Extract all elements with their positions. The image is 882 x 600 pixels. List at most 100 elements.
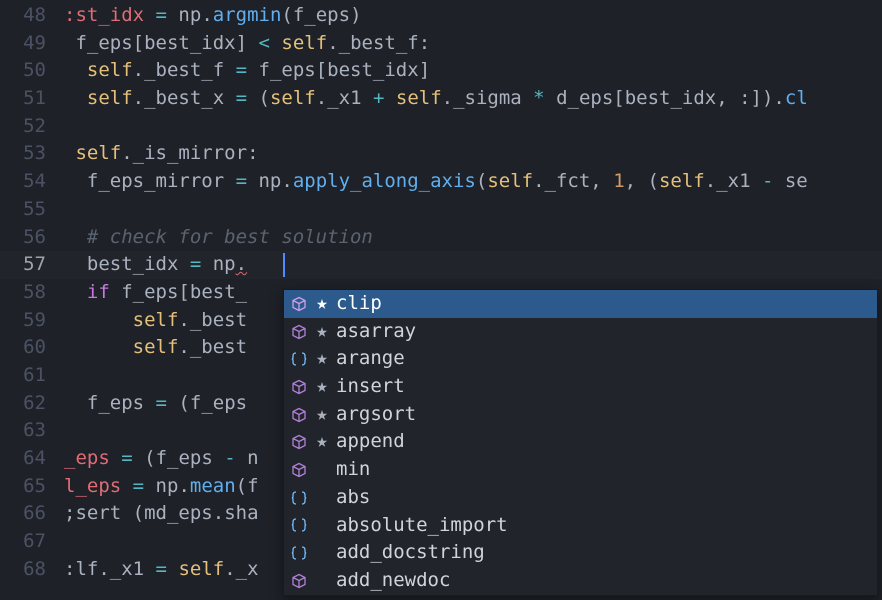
token: (	[178, 392, 189, 414]
line-number: 57	[0, 251, 46, 279]
code-line[interactable]: best_idx = np.	[64, 251, 882, 279]
token: [	[613, 87, 624, 109]
token: f_eps	[110, 281, 179, 303]
token: (	[144, 447, 155, 469]
token: .	[236, 253, 247, 275]
token: _is_mirror	[133, 142, 247, 164]
suggest-label: argsort	[336, 401, 416, 429]
suggest-label: add_docstring	[336, 539, 485, 567]
token: :	[247, 142, 258, 164]
code-line[interactable]: f_eps[best_idx] < self._best_f:	[64, 30, 882, 58]
code-line[interactable]: # check for best solution	[64, 224, 882, 252]
suggest-item[interactable]: min	[284, 456, 877, 484]
token: self	[281, 32, 327, 54]
suggest-label: insert	[336, 373, 405, 401]
token: .	[316, 87, 327, 109]
suggest-label: clip	[336, 290, 382, 318]
token: _sigma	[453, 87, 533, 109]
token: ]	[419, 59, 430, 81]
token: _x1	[110, 558, 156, 580]
token: best_idx	[144, 32, 236, 54]
token: self	[87, 59, 133, 81]
code-line[interactable]: :st_idx = np.argmin(f_eps)	[64, 2, 882, 30]
token: .	[178, 475, 189, 497]
code-line[interactable]: self._best_x = (self._x1 + self._sigma *…	[64, 85, 882, 113]
method-icon	[290, 378, 308, 396]
suggest-item[interactable]: ★asarray	[284, 318, 877, 346]
token: best_idx	[64, 253, 190, 275]
token: f_eps_mirror	[64, 170, 236, 192]
token: =	[133, 475, 144, 497]
suggest-item[interactable]: absolute_import	[284, 512, 877, 540]
token: f_eps	[293, 4, 350, 26]
code-line[interactable]: f_eps_mirror = np.apply_along_axis(self.…	[64, 168, 882, 196]
star-icon: ★	[316, 290, 328, 318]
token: -	[224, 447, 235, 469]
token: md_eps	[144, 502, 213, 524]
variable-icon	[290, 544, 308, 562]
token: # check for best solution	[87, 226, 373, 248]
code-line[interactable]: self._is_mirror:	[64, 140, 882, 168]
suggest-item[interactable]: add_docstring	[284, 539, 877, 567]
autocomplete-popup[interactable]: ★clip★asarray★arange★insert★argsort★appe…	[283, 289, 878, 596]
token: =	[156, 392, 167, 414]
line-number: 49	[0, 30, 46, 58]
token: l_eps	[64, 475, 121, 497]
token: .	[133, 59, 144, 81]
token: self	[487, 170, 533, 192]
code-line[interactable]	[64, 196, 882, 224]
token	[144, 4, 155, 26]
token: f_eps	[247, 59, 316, 81]
token: ,	[590, 170, 613, 192]
token: (	[259, 87, 270, 109]
token: f_eps	[156, 447, 225, 469]
token: self	[178, 558, 224, 580]
suggest-label: arange	[336, 345, 405, 373]
token: self	[659, 170, 705, 192]
token: *	[533, 87, 544, 109]
code-line[interactable]: self._best_f = f_eps[best_idx]	[64, 57, 882, 85]
suggest-label: absolute_import	[336, 512, 508, 540]
line-number: 54	[0, 168, 46, 196]
token: [	[178, 281, 189, 303]
suggest-item[interactable]: ★insert	[284, 373, 877, 401]
token: :	[419, 32, 430, 54]
token: 1	[613, 170, 624, 192]
token: np	[247, 170, 281, 192]
text-cursor	[283, 253, 285, 277]
token: np	[167, 4, 201, 26]
token	[110, 447, 121, 469]
suggest-item[interactable]: ★argsort	[284, 401, 877, 429]
token	[64, 309, 133, 331]
line-number: 53	[0, 140, 46, 168]
suggest-item[interactable]: abs	[284, 484, 877, 512]
suggest-item[interactable]: add_newdoc	[284, 567, 877, 595]
token: _best_f	[339, 32, 419, 54]
token	[121, 475, 132, 497]
token: _fct	[545, 170, 591, 192]
token: (	[281, 4, 292, 26]
token: np	[201, 253, 235, 275]
token: (	[133, 502, 144, 524]
token: =	[121, 447, 132, 469]
token: .	[178, 336, 189, 358]
suggest-item[interactable]: ★append	[284, 428, 877, 456]
code-line[interactable]	[64, 113, 882, 141]
token	[247, 32, 258, 54]
suggest-item[interactable]: ★ clip	[284, 290, 877, 318]
star-icon: ★	[316, 428, 328, 456]
token: self	[396, 87, 442, 109]
token: _x1	[327, 87, 373, 109]
token: np	[144, 475, 178, 497]
star-icon: ★	[316, 345, 328, 373]
token: _x	[236, 558, 259, 580]
token: self	[87, 87, 133, 109]
token: -	[762, 170, 773, 192]
token: self	[270, 87, 316, 109]
token: _best	[190, 309, 247, 331]
variable-icon	[290, 489, 308, 507]
suggest-label: abs	[336, 484, 370, 512]
suggest-item[interactable]: ★ arange	[284, 345, 877, 373]
suggest-label: asarray	[336, 318, 416, 346]
token: .	[121, 142, 132, 164]
